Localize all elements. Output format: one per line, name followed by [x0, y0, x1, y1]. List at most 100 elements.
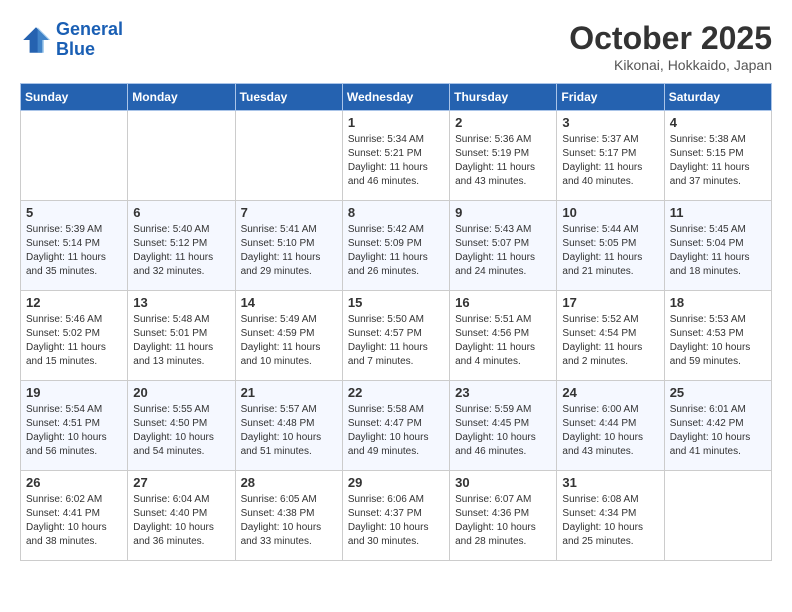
- month-title: October 2025: [569, 20, 772, 57]
- day-info: Sunrise: 5:34 AMSunset: 5:21 PMDaylight:…: [348, 133, 444, 189]
- calendar-cell: 21 Sunrise: 5:57 AMSunset: 4:48 PMDayligh…: [235, 381, 342, 471]
- day-number: 29: [348, 475, 444, 490]
- day-number: 2: [455, 115, 551, 130]
- calendar-cell: 15 Sunrise: 5:50 AMSunset: 4:57 PMDayligh…: [342, 291, 449, 381]
- day-info: Sunrise: 6:08 AMSunset: 4:34 PMDaylight:…: [562, 493, 658, 549]
- day-number: 27: [133, 475, 229, 490]
- calendar-cell: 17Sunrise: 5:52 AMSunset: 4:54 PMDayligh…: [557, 291, 664, 381]
- calendar-cell: [235, 111, 342, 201]
- calendar-cell: 12Sunrise: 5:46 AMSunset: 5:02 PMDayligh…: [21, 291, 128, 381]
- day-info: Sunrise: 6:00 AMSunset: 4:44 PMDaylight:…: [562, 403, 658, 459]
- calendar-cell: 6 Sunrise: 5:40 AMSunset: 5:12 PMDaylight…: [128, 201, 235, 291]
- calendar-cell: 22Sunrise: 5:58 AMSunset: 4:47 PMDayligh…: [342, 381, 449, 471]
- calendar-cell: 14 Sunrise: 5:49 AMSunset: 4:59 PMDayligh…: [235, 291, 342, 381]
- day-info: Sunrise: 6:04 AMSunset: 4:40 PMDaylight:…: [133, 493, 229, 549]
- day-number: 15: [348, 295, 444, 310]
- weekday-header: Tuesday: [235, 84, 342, 111]
- day-info: Sunrise: 5:53 AMSunset: 4:53 PMDaylight:…: [670, 313, 766, 369]
- calendar-week-row: 5 Sunrise: 5:39 AMSunset: 5:14 PMDaylight…: [21, 201, 772, 291]
- calendar-cell: 24 Sunrise: 6:00 AMSunset: 4:44 PMDayligh…: [557, 381, 664, 471]
- calendar-cell: 26Sunrise: 6:02 AMSunset: 4:41 PMDayligh…: [21, 471, 128, 561]
- calendar-cell: 30 Sunrise: 6:07 AMSunset: 4:36 PMDayligh…: [450, 471, 557, 561]
- day-info: Sunrise: 5:54 AMSunset: 4:51 PMDaylight:…: [26, 403, 122, 459]
- day-number: 3: [562, 115, 658, 130]
- day-info: Sunrise: 5:43 AMSunset: 5:07 PMDaylight:…: [455, 223, 551, 279]
- day-number: 14: [241, 295, 337, 310]
- day-number: 30: [455, 475, 551, 490]
- calendar-cell: 20 Sunrise: 5:55 AMSunset: 4:50 PMDayligh…: [128, 381, 235, 471]
- day-number: 17: [562, 295, 658, 310]
- weekday-header: Thursday: [450, 84, 557, 111]
- title-block: October 2025 Kikonai, Hokkaido, Japan: [569, 20, 772, 73]
- calendar-cell: 3 Sunrise: 5:37 AMSunset: 5:17 PMDaylight…: [557, 111, 664, 201]
- weekday-header-row: SundayMondayTuesdayWednesdayThursdayFrid…: [21, 84, 772, 111]
- calendar-cell: 5 Sunrise: 5:39 AMSunset: 5:14 PMDaylight…: [21, 201, 128, 291]
- weekday-header: Wednesday: [342, 84, 449, 111]
- calendar-cell: 28Sunrise: 6:05 AMSunset: 4:38 PMDayligh…: [235, 471, 342, 561]
- day-number: 4: [670, 115, 766, 130]
- calendar-cell: 2Sunrise: 5:36 AMSunset: 5:19 PMDaylight…: [450, 111, 557, 201]
- day-number: 16: [455, 295, 551, 310]
- day-number: 24: [562, 385, 658, 400]
- day-number: 21: [241, 385, 337, 400]
- calendar-cell: 7 Sunrise: 5:41 AMSunset: 5:10 PMDaylight…: [235, 201, 342, 291]
- day-number: 7: [241, 205, 337, 220]
- day-info: Sunrise: 6:06 AMSunset: 4:37 PMDaylight:…: [348, 493, 444, 549]
- day-info: Sunrise: 5:57 AMSunset: 4:48 PMDaylight:…: [241, 403, 337, 459]
- day-number: 28: [241, 475, 337, 490]
- calendar-cell: [128, 111, 235, 201]
- day-number: 20: [133, 385, 229, 400]
- calendar-cell: 25 Sunrise: 6:01 AMSunset: 4:42 PMDayligh…: [664, 381, 771, 471]
- day-number: 25: [670, 385, 766, 400]
- calendar-cell: 1 Sunrise: 5:34 AMSunset: 5:21 PMDaylight…: [342, 111, 449, 201]
- calendar-cell: 11Sunrise: 5:45 AMSunset: 5:04 PMDayligh…: [664, 201, 771, 291]
- weekday-header: Sunday: [21, 84, 128, 111]
- calendar-cell: 31 Sunrise: 6:08 AMSunset: 4:34 PMDayligh…: [557, 471, 664, 561]
- day-info: Sunrise: 5:44 AMSunset: 5:05 PMDaylight:…: [562, 223, 658, 279]
- day-info: Sunrise: 6:02 AMSunset: 4:41 PMDaylight:…: [26, 493, 122, 549]
- calendar-cell: 27 Sunrise: 6:04 AMSunset: 4:40 PMDayligh…: [128, 471, 235, 561]
- day-number: 11: [670, 205, 766, 220]
- logo-icon: [20, 24, 52, 56]
- calendar-cell: 8Sunrise: 5:42 AMSunset: 5:09 PMDaylight…: [342, 201, 449, 291]
- day-info: Sunrise: 5:38 AMSunset: 5:15 PMDaylight:…: [670, 133, 766, 189]
- location-subtitle: Kikonai, Hokkaido, Japan: [569, 57, 772, 73]
- calendar-cell: 10Sunrise: 5:44 AMSunset: 5:05 PMDayligh…: [557, 201, 664, 291]
- calendar-cell: 18 Sunrise: 5:53 AMSunset: 4:53 PMDayligh…: [664, 291, 771, 381]
- day-number: 13: [133, 295, 229, 310]
- day-number: 5: [26, 205, 122, 220]
- day-info: Sunrise: 5:37 AMSunset: 5:17 PMDaylight:…: [562, 133, 658, 189]
- day-info: Sunrise: 5:49 AMSunset: 4:59 PMDaylight:…: [241, 313, 337, 369]
- day-number: 23: [455, 385, 551, 400]
- calendar-cell: 4 Sunrise: 5:38 AMSunset: 5:15 PMDaylight…: [664, 111, 771, 201]
- day-info: Sunrise: 5:59 AMSunset: 4:45 PMDaylight:…: [455, 403, 551, 459]
- logo-text: General Blue: [56, 20, 123, 60]
- page-header: General Blue October 2025 Kikonai, Hokka…: [20, 20, 772, 73]
- day-info: Sunrise: 5:39 AMSunset: 5:14 PMDaylight:…: [26, 223, 122, 279]
- day-info: Sunrise: 6:01 AMSunset: 4:42 PMDaylight:…: [670, 403, 766, 459]
- calendar-table: SundayMondayTuesdayWednesdayThursdayFrid…: [20, 83, 772, 561]
- calendar-cell: 16 Sunrise: 5:51 AMSunset: 4:56 PMDayligh…: [450, 291, 557, 381]
- calendar-cell: 13 Sunrise: 5:48 AMSunset: 5:01 PMDayligh…: [128, 291, 235, 381]
- day-number: 8: [348, 205, 444, 220]
- weekday-header: Saturday: [664, 84, 771, 111]
- day-number: 6: [133, 205, 229, 220]
- day-number: 19: [26, 385, 122, 400]
- day-info: Sunrise: 5:41 AMSunset: 5:10 PMDaylight:…: [241, 223, 337, 279]
- logo: General Blue: [20, 20, 123, 60]
- day-info: Sunrise: 5:55 AMSunset: 4:50 PMDaylight:…: [133, 403, 229, 459]
- calendar-cell: 23 Sunrise: 5:59 AMSunset: 4:45 PMDayligh…: [450, 381, 557, 471]
- day-number: 31: [562, 475, 658, 490]
- day-info: Sunrise: 5:50 AMSunset: 4:57 PMDaylight:…: [348, 313, 444, 369]
- day-number: 18: [670, 295, 766, 310]
- day-info: Sunrise: 6:07 AMSunset: 4:36 PMDaylight:…: [455, 493, 551, 549]
- calendar-week-row: 1 Sunrise: 5:34 AMSunset: 5:21 PMDaylight…: [21, 111, 772, 201]
- day-info: Sunrise: 5:58 AMSunset: 4:47 PMDaylight:…: [348, 403, 444, 459]
- day-info: Sunrise: 5:40 AMSunset: 5:12 PMDaylight:…: [133, 223, 229, 279]
- day-number: 1: [348, 115, 444, 130]
- calendar-cell: 29 Sunrise: 6:06 AMSunset: 4:37 PMDayligh…: [342, 471, 449, 561]
- calendar-cell: 9Sunrise: 5:43 AMSunset: 5:07 PMDaylight…: [450, 201, 557, 291]
- day-info: Sunrise: 5:51 AMSunset: 4:56 PMDaylight:…: [455, 313, 551, 369]
- calendar-week-row: 19 Sunrise: 5:54 AMSunset: 4:51 PMDayligh…: [21, 381, 772, 471]
- day-info: Sunrise: 5:48 AMSunset: 5:01 PMDaylight:…: [133, 313, 229, 369]
